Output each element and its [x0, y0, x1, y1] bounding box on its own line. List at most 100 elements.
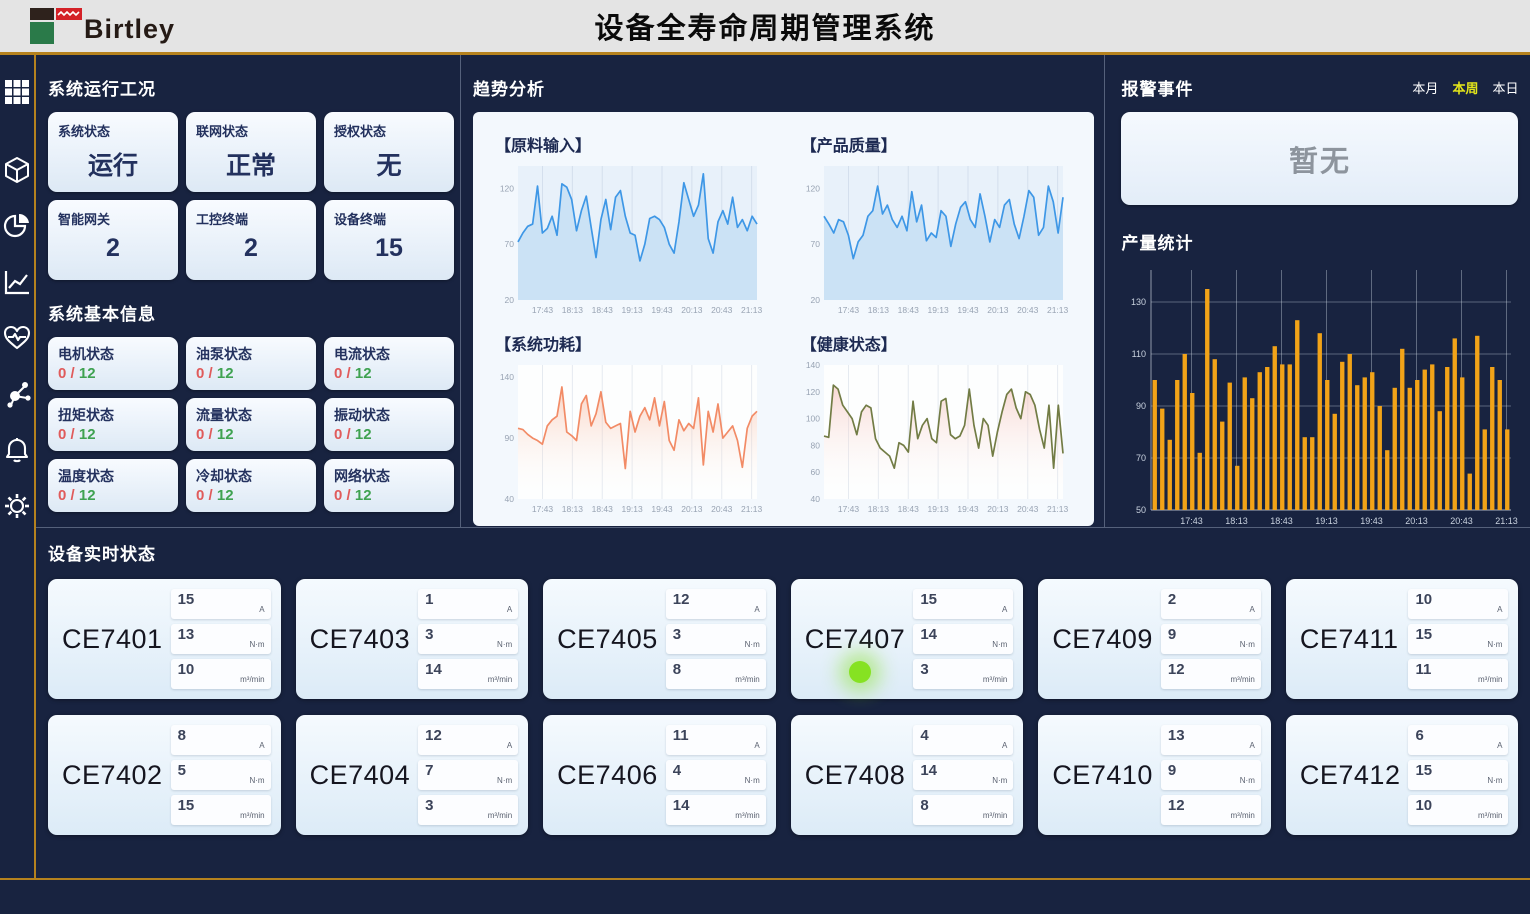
device-metric-unit: m³/min: [240, 811, 264, 823]
device-metric-value: 5: [178, 762, 186, 788]
status-card-1: 联网状态正常: [186, 112, 316, 192]
device-metric-value: 2: [1168, 591, 1176, 617]
status-card-label: 联网状态: [196, 121, 306, 140]
device-card-CE7407[interactable]: CE740715A14N·m3m³/min: [791, 579, 1024, 699]
device-metric-value: 8: [178, 727, 186, 753]
chart-health-status-title: 【健康状态】: [801, 331, 1077, 355]
device-name: CE7404: [310, 760, 411, 791]
alarm-tab-本日[interactable]: 本日: [1492, 78, 1518, 97]
info-card-label: 油泵状态: [196, 344, 306, 364]
device-card-CE7411[interactable]: CE741110A15N·m11m³/min: [1286, 579, 1519, 699]
svg-text:21:13: 21:13: [741, 305, 763, 315]
device-metric-unit: N·m: [249, 776, 264, 788]
device-metric-row: 14N·m: [913, 624, 1013, 654]
device-metric-row: 13A: [1161, 725, 1261, 755]
device-metric-value: 1: [425, 591, 433, 617]
device-card-CE7403[interactable]: CE74031A3N·m14m³/min: [296, 579, 529, 699]
sidebar-item-settings[interactable]: [0, 489, 34, 523]
svg-text:20:13: 20:13: [681, 305, 703, 315]
sidebar-item-apps[interactable]: [0, 75, 34, 109]
device-metric-unit: N·m: [249, 640, 264, 652]
device-name: CE7403: [310, 624, 411, 655]
alarm-column: 报警事件 本月本周本日 暂无 产量统计 50709011013017:4318:…: [1104, 55, 1530, 527]
device-card-CE7412[interactable]: CE74126A15N·m10m³/min: [1286, 715, 1519, 835]
device-card-CE7404[interactable]: CE740412A7N·m3m³/min: [296, 715, 529, 835]
info-card-6: 温度状态0 / 12: [48, 459, 178, 512]
device-metric-unit: m³/min: [1230, 675, 1254, 687]
device-name: CE7410: [1052, 760, 1153, 791]
svg-text:70: 70: [505, 239, 515, 249]
device-metric-value: 13: [178, 626, 195, 652]
device-metric-row: 7N·m: [418, 760, 518, 790]
status-card-value: 15: [334, 234, 444, 263]
svg-text:20:43: 20:43: [1017, 504, 1039, 514]
device-metric-row: 3N·m: [418, 624, 518, 654]
device-metric-value: 3: [425, 797, 433, 823]
svg-text:19:13: 19:13: [1316, 516, 1339, 526]
device-metric-row: 8m³/min: [666, 659, 766, 689]
device-metric-row: 14m³/min: [666, 795, 766, 825]
device-metric-row: 10A: [1408, 589, 1508, 619]
status-card-0: 系统状态运行: [48, 112, 178, 192]
device-metric-unit: N·m: [992, 640, 1007, 652]
svg-text:140: 140: [500, 372, 514, 382]
svg-text:18:13: 18:13: [1226, 516, 1249, 526]
alarm-tabs: 本月本周本日: [1412, 78, 1518, 97]
device-card-CE7406[interactable]: CE740611A4N·m14m³/min: [543, 715, 776, 835]
devices-title: 设备实时状态: [48, 540, 1518, 565]
device-metric-row: 4A: [913, 725, 1013, 755]
device-metric-row: 15A: [171, 589, 271, 619]
chart-system-power: 【系统功耗】 409014017:4318:1318:4319:1319:432…: [491, 323, 771, 522]
svg-text:80: 80: [810, 440, 820, 450]
sidebar-item-devices[interactable]: [0, 153, 34, 187]
svg-text:18:43: 18:43: [897, 305, 919, 315]
svg-text:17:43: 17:43: [838, 305, 860, 315]
sidebar-item-topology[interactable]: [0, 377, 34, 411]
info-card-label: 流量状态: [196, 405, 306, 425]
device-metric-value: 4: [673, 762, 681, 788]
device-metric-value: 12: [425, 727, 442, 753]
device-metric-unit: A: [1497, 605, 1502, 617]
svg-text:19:13: 19:13: [621, 305, 643, 315]
device-card-CE7410[interactable]: CE741013A9N·m12m³/min: [1038, 715, 1271, 835]
info-card-total: 12: [217, 487, 234, 504]
bell-icon: [3, 436, 31, 464]
alarm-tab-本月[interactable]: 本月: [1412, 78, 1438, 97]
devices-grid: CE740115A13N·m10m³/minCE74031A3N·m14m³/m…: [48, 579, 1518, 835]
info-card-value: 0 / 12: [58, 487, 168, 504]
device-metric-value: 3: [920, 661, 928, 687]
footer-bar: [0, 880, 1530, 911]
info-card-8: 网络状态0 / 12: [324, 459, 454, 512]
device-name: CE7412: [1300, 760, 1401, 791]
info-card-value: 0 / 12: [334, 365, 444, 382]
svg-text:19:43: 19:43: [651, 504, 673, 514]
sidebar-item-health[interactable]: [0, 321, 34, 355]
alarm-tab-本周[interactable]: 本周: [1452, 78, 1478, 97]
svg-text:20:43: 20:43: [1451, 516, 1474, 526]
system-column: 系统运行工况 系统状态运行联网状态正常授权状态无智能网关2工控终端2设备终端15…: [36, 55, 460, 527]
device-metric-unit: N·m: [1487, 640, 1502, 652]
device-card-CE7401[interactable]: CE740115A13N·m10m³/min: [48, 579, 281, 699]
alarm-empty-text: 暂无: [1289, 138, 1351, 180]
chart-svg: 40608010012014017:4318:1318:4319:1319:43…: [797, 357, 1069, 517]
info-card-count: 0 /: [334, 487, 355, 504]
device-card-CE7402[interactable]: CE74028A5N·m15m³/min: [48, 715, 281, 835]
sidebar-item-reports[interactable]: [0, 209, 34, 243]
info-card-total: 12: [79, 487, 96, 504]
device-metric-row: 10m³/min: [1408, 795, 1508, 825]
device-metrics: 8A5N·m15m³/min: [171, 725, 271, 825]
sidebar-item-alerts[interactable]: [0, 433, 34, 467]
svg-text:140: 140: [806, 360, 820, 370]
chart-product-quality-plot: 207012017:4318:1318:4319:1319:4320:1320:…: [797, 158, 1077, 323]
device-card-CE7405[interactable]: CE740512A3N·m8m³/min: [543, 579, 776, 699]
device-card-CE7408[interactable]: CE74084A14N·m8m³/min: [791, 715, 1024, 835]
device-metric-value: 4: [920, 727, 928, 753]
sidebar-item-trends[interactable]: [0, 265, 34, 299]
device-metric-unit: m³/min: [983, 811, 1007, 823]
status-card-label: 智能网关: [58, 209, 168, 228]
health-monitor-icon: [3, 324, 31, 352]
info-card-count: 0 /: [58, 426, 79, 443]
device-card-CE7409[interactable]: CE74092A9N·m12m³/min: [1038, 579, 1271, 699]
chart-product-quality-title: 【产品质量】: [801, 132, 1077, 156]
info-card-value: 0 / 12: [58, 365, 168, 382]
